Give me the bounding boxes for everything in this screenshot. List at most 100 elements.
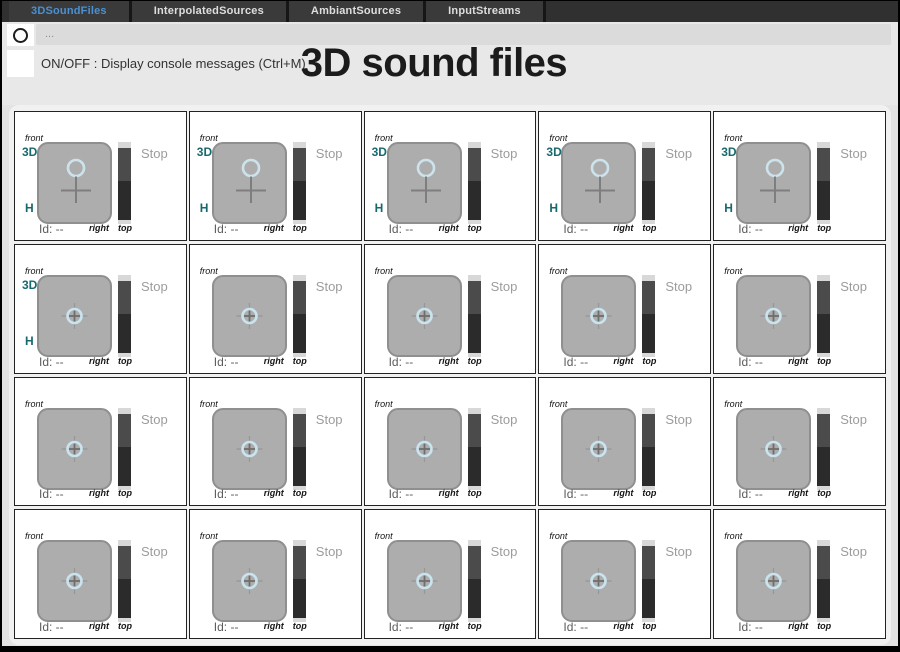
source-marker-center-icon — [585, 568, 612, 595]
xy-position-pad[interactable] — [211, 142, 287, 224]
xy-position-pad[interactable] — [211, 540, 287, 623]
front-label: front — [374, 531, 393, 542]
xy-position-pad[interactable] — [211, 274, 287, 357]
top-label: top — [292, 355, 307, 366]
front-label: front — [724, 531, 743, 542]
right-label: right — [263, 222, 284, 233]
sound-card: front 3D H Stop — [363, 376, 537, 507]
tab-interpolatedsources[interactable]: InterpolatedSources — [131, 1, 289, 22]
stop-button[interactable]: Stop — [840, 146, 867, 161]
xy-position-pad[interactable] — [561, 407, 637, 490]
meter-lower-segment — [467, 579, 481, 619]
right-label: right — [438, 355, 459, 366]
meter-lower-segment — [118, 446, 131, 486]
stop-button[interactable]: Stop — [316, 146, 343, 161]
xy-position-pad[interactable] — [736, 274, 812, 357]
id-label: Id: -- — [738, 620, 763, 634]
stop-button[interactable]: Stop — [141, 146, 168, 161]
right-label: right — [788, 222, 809, 233]
id-label: Id: -- — [39, 620, 64, 634]
sound-card: front 3D H Stop — [538, 243, 712, 374]
xy-position-pad[interactable] — [736, 142, 812, 224]
xy-position-pad[interactable] — [386, 407, 462, 490]
id-label: Id: -- — [388, 354, 414, 369]
stop-button[interactable]: Stop — [491, 146, 518, 161]
stop-button[interactable]: Stop — [840, 279, 867, 294]
top-label: top — [467, 222, 482, 233]
meter-lower-segment — [118, 313, 131, 353]
meter-upper-segment — [467, 546, 481, 580]
xy-position-pad[interactable] — [37, 407, 112, 490]
meter-upper-segment — [467, 413, 481, 447]
top-label: top — [642, 355, 657, 366]
xy-position-pad[interactable] — [37, 540, 112, 623]
mode-h-label: H — [549, 201, 559, 215]
stop-button[interactable]: Stop — [141, 544, 168, 559]
stop-button[interactable]: Stop — [316, 544, 343, 559]
meter-upper-segment — [817, 280, 831, 314]
source-marker-center-icon — [411, 568, 438, 595]
top-label: top — [467, 488, 482, 499]
meter-lower-segment — [467, 181, 481, 220]
stop-button[interactable]: Stop — [491, 279, 518, 294]
xy-position-pad[interactable] — [561, 540, 637, 623]
source-marker-elevated-icon — [585, 158, 616, 203]
stop-button[interactable]: Stop — [316, 412, 343, 427]
stop-button[interactable]: Stop — [491, 544, 518, 559]
source-marker-elevated-icon — [760, 158, 791, 203]
front-label: front — [199, 265, 218, 276]
right-label: right — [89, 488, 109, 499]
front-label: front — [549, 265, 568, 276]
stop-button[interactable]: Stop — [665, 544, 692, 559]
source-marker-center-icon — [236, 302, 263, 329]
mode-h-label: H — [199, 201, 209, 215]
stop-button[interactable]: Stop — [840, 412, 867, 427]
source-marker-center-icon — [236, 435, 263, 462]
meter-upper-segment — [292, 280, 306, 314]
xy-position-pad[interactable] — [561, 142, 637, 224]
xy-position-pad[interactable] — [37, 274, 112, 357]
xy-position-pad[interactable] — [736, 540, 812, 623]
stop-button[interactable]: Stop — [141, 279, 168, 294]
top-label: top — [817, 355, 832, 366]
stop-button[interactable]: Stop — [665, 146, 692, 161]
xy-position-pad[interactable] — [386, 540, 462, 623]
id-label: Id: -- — [39, 487, 64, 502]
xy-position-pad[interactable] — [386, 274, 462, 357]
tab-3dsoundfiles[interactable]: 3DSoundFiles — [9, 1, 132, 22]
xy-position-pad[interactable] — [37, 142, 112, 224]
meter-upper-segment — [292, 148, 306, 181]
right-label: right — [788, 621, 809, 631]
level-meter — [118, 407, 131, 490]
stop-button[interactable]: Stop — [316, 279, 343, 294]
id-label: Id: -- — [213, 354, 239, 369]
top-label: top — [642, 222, 657, 233]
top-label: top — [817, 222, 832, 233]
source-marker-center-icon — [760, 435, 787, 462]
stop-button[interactable]: Stop — [665, 279, 692, 294]
id-label: Id: -- — [563, 487, 589, 502]
level-meter — [292, 540, 306, 623]
sound-card: front 3D H Stop — [538, 376, 712, 507]
top-label: top — [642, 488, 657, 499]
sound-card: front 3D H Stop — [14, 243, 187, 374]
xy-position-pad[interactable] — [561, 274, 637, 357]
top-label: top — [118, 355, 132, 366]
tab-ambiantsources[interactable]: AmbiantSources — [288, 1, 427, 22]
stop-button[interactable]: Stop — [141, 412, 168, 427]
xy-position-pad[interactable] — [211, 407, 287, 490]
xy-position-pad[interactable] — [736, 407, 812, 490]
tab-inputstreams[interactable]: InputStreams — [426, 1, 546, 22]
sound-card: front 3D H Stop — [363, 509, 537, 639]
xy-position-pad[interactable] — [386, 142, 462, 224]
stop-button[interactable]: Stop — [665, 412, 692, 427]
stop-button[interactable]: Stop — [840, 544, 867, 559]
right-label: right — [263, 355, 284, 366]
mode-3d-label: 3D — [22, 277, 38, 292]
mode-3d-label: 3D — [196, 145, 213, 159]
source-marker-center-icon — [585, 435, 612, 462]
sound-card: front 3D H Stop — [188, 376, 362, 507]
stop-button[interactable]: Stop — [491, 412, 518, 427]
id-label: Id: -- — [563, 221, 589, 236]
meter-upper-segment — [118, 413, 131, 447]
